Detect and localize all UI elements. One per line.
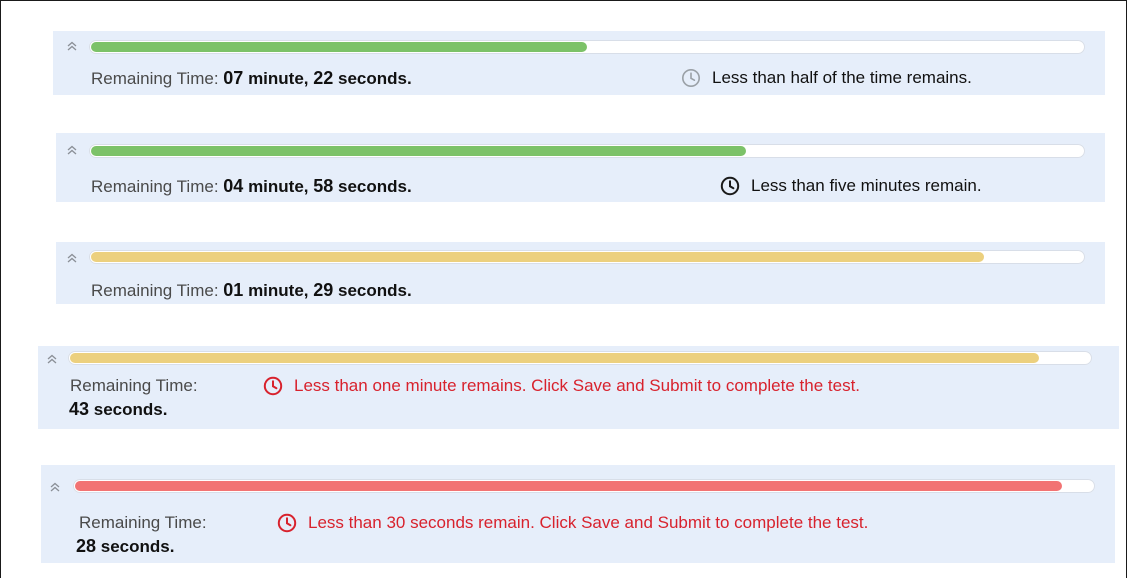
progress-bar	[73, 479, 1095, 493]
collapse-chevron-icon[interactable]	[66, 40, 78, 52]
progress-fill	[75, 481, 1062, 491]
remaining-time: Remaining Time: 07 minute, 22 seconds.	[91, 68, 412, 89]
clock-icon	[720, 176, 740, 196]
remaining-time-label: Remaining Time:	[79, 513, 207, 532]
progress-bar	[89, 40, 1085, 54]
minutes-unit: minute,	[248, 69, 309, 88]
timer-panel: Remaining Time: 04 minute, 58 seconds. L…	[56, 133, 1105, 202]
progress-fill	[91, 146, 746, 156]
minutes-value: 01	[223, 280, 244, 300]
progress-fill	[91, 252, 984, 262]
screenshot-frame: Remaining Time: 07 minute, 22 seconds. L…	[0, 0, 1127, 578]
seconds-unit: seconds.	[338, 281, 412, 300]
timer-panel: Remaining Time: 28 seconds. Less than 30…	[41, 465, 1115, 563]
warning-message: Less than one minute remains. Click Save…	[294, 376, 861, 395]
clock-icon	[682, 69, 700, 87]
timer-panel: Remaining Time: 01 minute, 29 seconds.	[56, 242, 1105, 304]
progress-bar	[68, 351, 1092, 365]
remaining-time-label: Remaining Time:	[91, 281, 219, 300]
clock-icon	[263, 376, 283, 396]
collapse-chevron-icon[interactable]	[46, 353, 58, 365]
seconds-value: 29	[313, 280, 334, 300]
seconds-value: 58	[313, 176, 334, 196]
collapse-chevron-icon[interactable]	[66, 144, 78, 156]
warning-message: Less than half of the time remains.	[712, 68, 972, 87]
minutes-value: 07	[223, 68, 244, 88]
collapse-chevron-icon[interactable]	[49, 481, 61, 493]
seconds-remaining: 28 seconds.	[76, 536, 174, 557]
time-warning: Less than 30 seconds remain. Click Save …	[277, 513, 868, 533]
time-warning: Less than half of the time remains.	[681, 68, 972, 88]
warning-message: Less than five minutes remain.	[751, 176, 982, 195]
seconds-unit: seconds.	[93, 400, 168, 419]
progress-fill	[91, 42, 587, 52]
seconds-unit: seconds.	[100, 537, 175, 556]
timer-panel: Remaining Time: 07 minute, 22 seconds. L…	[53, 31, 1105, 95]
remaining-time: Remaining Time: 04 minute, 58 seconds.	[91, 176, 412, 197]
progress-bar	[89, 250, 1085, 264]
seconds-remaining: 43 seconds.	[69, 399, 167, 420]
remaining-time-label: Remaining Time:	[91, 177, 219, 196]
progress-fill	[70, 353, 1039, 363]
collapse-chevron-icon[interactable]	[66, 252, 78, 264]
warning-message: Less than 30 seconds remain. Click Save …	[308, 513, 869, 532]
remaining-time-label: Remaining Time:	[91, 69, 219, 88]
timer-panel: Remaining Time: 43 seconds. Less than on…	[38, 346, 1119, 429]
remaining-time: Remaining Time: 01 minute, 29 seconds.	[91, 280, 412, 301]
clock-icon	[277, 513, 297, 533]
seconds-value: 43	[69, 399, 90, 419]
seconds-value: 22	[313, 68, 334, 88]
minutes-value: 04	[223, 176, 244, 196]
seconds-unit: seconds.	[338, 177, 412, 196]
remaining-time: Remaining Time:	[70, 376, 198, 396]
remaining-time: Remaining Time:	[79, 513, 207, 533]
progress-bar	[89, 144, 1085, 158]
minutes-unit: minute,	[248, 281, 309, 300]
remaining-time-label: Remaining Time:	[70, 376, 198, 395]
seconds-value: 28	[76, 536, 97, 556]
seconds-unit: seconds.	[338, 69, 412, 88]
minutes-unit: minute,	[248, 177, 309, 196]
time-warning: Less than five minutes remain.	[720, 176, 982, 196]
time-warning: Less than one minute remains. Click Save…	[263, 376, 860, 396]
